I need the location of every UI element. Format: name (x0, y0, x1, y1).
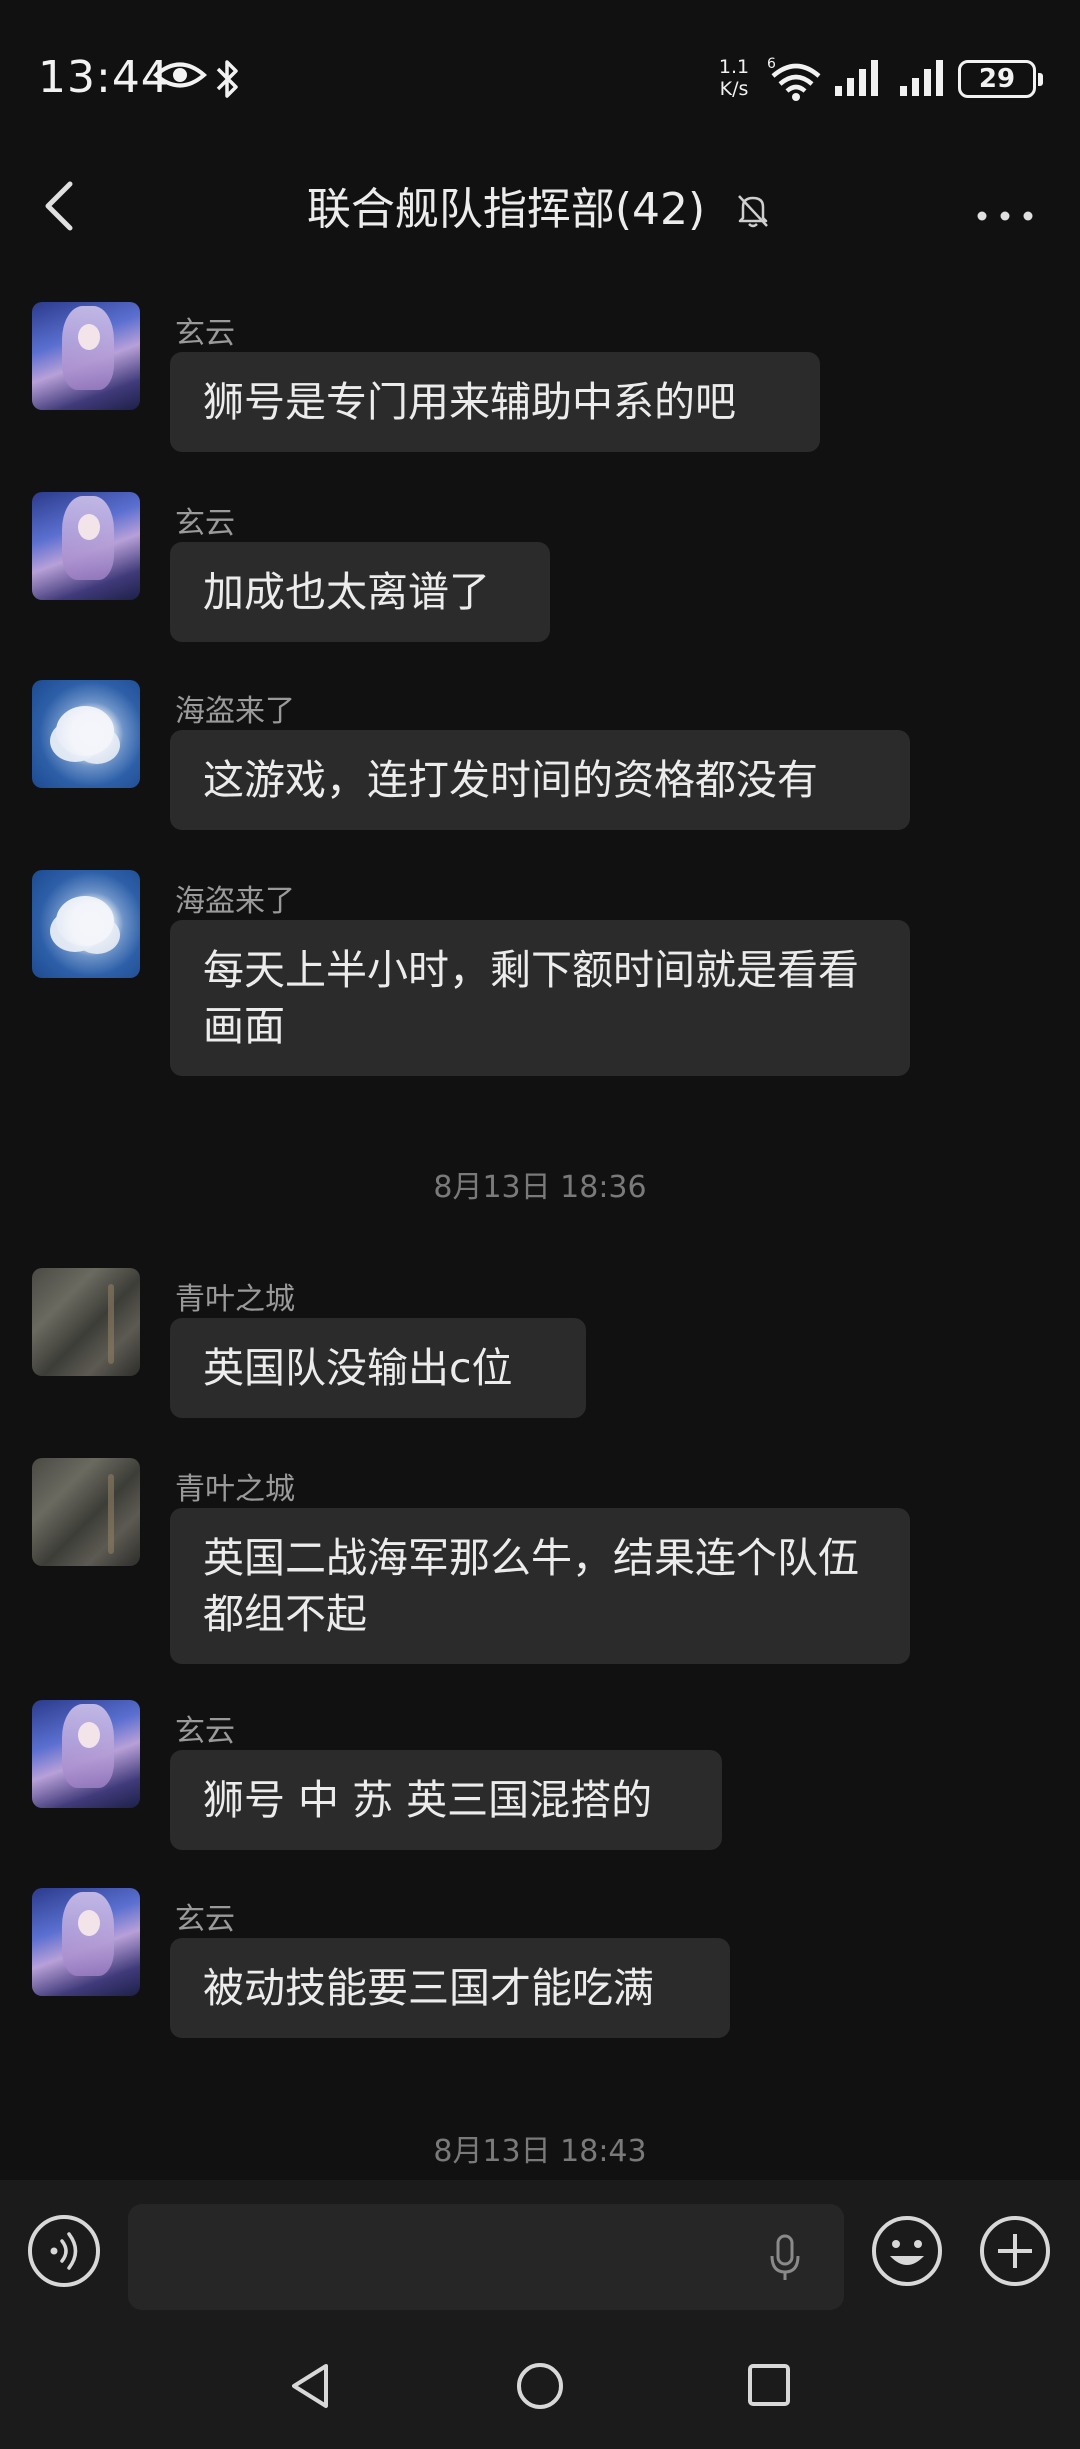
status-bar: 13:44 1.1 K/s 6 29 (0, 0, 1080, 160)
more-icon[interactable] (970, 180, 1040, 230)
sender-name: 玄云 (175, 1902, 235, 1937)
sender-name: 海盗来了 (175, 884, 295, 919)
net-speed-value: 1.1 (718, 56, 750, 78)
sender-name: 青叶之城 (175, 1282, 295, 1317)
mic-icon[interactable] (768, 2232, 802, 2284)
wifi-icon: 6 (767, 56, 821, 101)
sender-name: 玄云 (175, 506, 235, 541)
nav-home-icon[interactable] (514, 2360, 566, 2412)
sender-name: 玄云 (175, 1714, 235, 1749)
battery-icon: 29 (958, 60, 1043, 98)
message-bubble[interactable]: 英国队没输出c位 (170, 1318, 586, 1418)
plus-icon[interactable] (978, 2214, 1052, 2288)
bluetooth-icon (216, 60, 238, 98)
nav-back-icon[interactable] (286, 2360, 334, 2412)
sender-name: 玄云 (175, 316, 235, 351)
voice-icon[interactable] (28, 2215, 100, 2287)
net-speed-unit: K/s (719, 78, 749, 100)
signal-icon (900, 60, 943, 96)
message-bubble[interactable]: 加成也太离谱了 (170, 542, 550, 642)
emoji-icon[interactable] (870, 2214, 944, 2288)
timestamp: 8月13日 18:36 (433, 1170, 647, 1205)
svg-text:6: 6 (767, 56, 776, 72)
avatar[interactable] (32, 1268, 140, 1376)
signal-icon (835, 60, 878, 96)
chat-header: 联合舰队指挥部(42) (0, 160, 1080, 270)
nav-recent-icon[interactable] (746, 2362, 792, 2408)
message-bubble[interactable]: 被动技能要三国才能吃满 (170, 1938, 730, 2038)
input-bar (0, 2180, 1080, 2330)
message-bubble[interactable]: 狮号是专门用来辅助中系的吧 (170, 352, 820, 452)
avatar[interactable] (32, 302, 140, 410)
system-nav-bar (0, 2330, 1080, 2449)
message-bubble[interactable]: 这游戏，连打发时间的资格都没有 (170, 730, 910, 830)
net-speed: 1.1 K/s (712, 56, 756, 100)
eye-icon (153, 62, 207, 88)
avatar[interactable] (32, 1458, 140, 1566)
chat-title: 联合舰队指挥部(42) (306, 184, 706, 235)
battery-level: 29 (978, 64, 1016, 94)
status-time: 13:44 (38, 52, 170, 103)
sender-name: 青叶之城 (175, 1472, 295, 1507)
avatar[interactable] (32, 1700, 140, 1808)
message-bubble[interactable]: 狮号 中 苏 英三国混搭的 (170, 1750, 722, 1850)
sender-name: 海盗来了 (175, 694, 295, 729)
avatar[interactable] (32, 680, 140, 788)
timestamp: 8月13日 18:43 (433, 2134, 647, 2169)
message-bubble[interactable]: 英国二战海军那么牛，结果连个队伍都组不起 (170, 1508, 910, 1664)
avatar[interactable] (32, 492, 140, 600)
avatar[interactable] (32, 1888, 140, 1996)
message-bubble[interactable]: 每天上半小时，剩下额时间就是看看画面 (170, 920, 910, 1076)
message-input[interactable] (128, 2204, 844, 2310)
chat-title-area[interactable]: 联合舰队指挥部(42) (0, 160, 1080, 246)
mute-bell-icon (738, 195, 769, 228)
avatar[interactable] (32, 870, 140, 978)
